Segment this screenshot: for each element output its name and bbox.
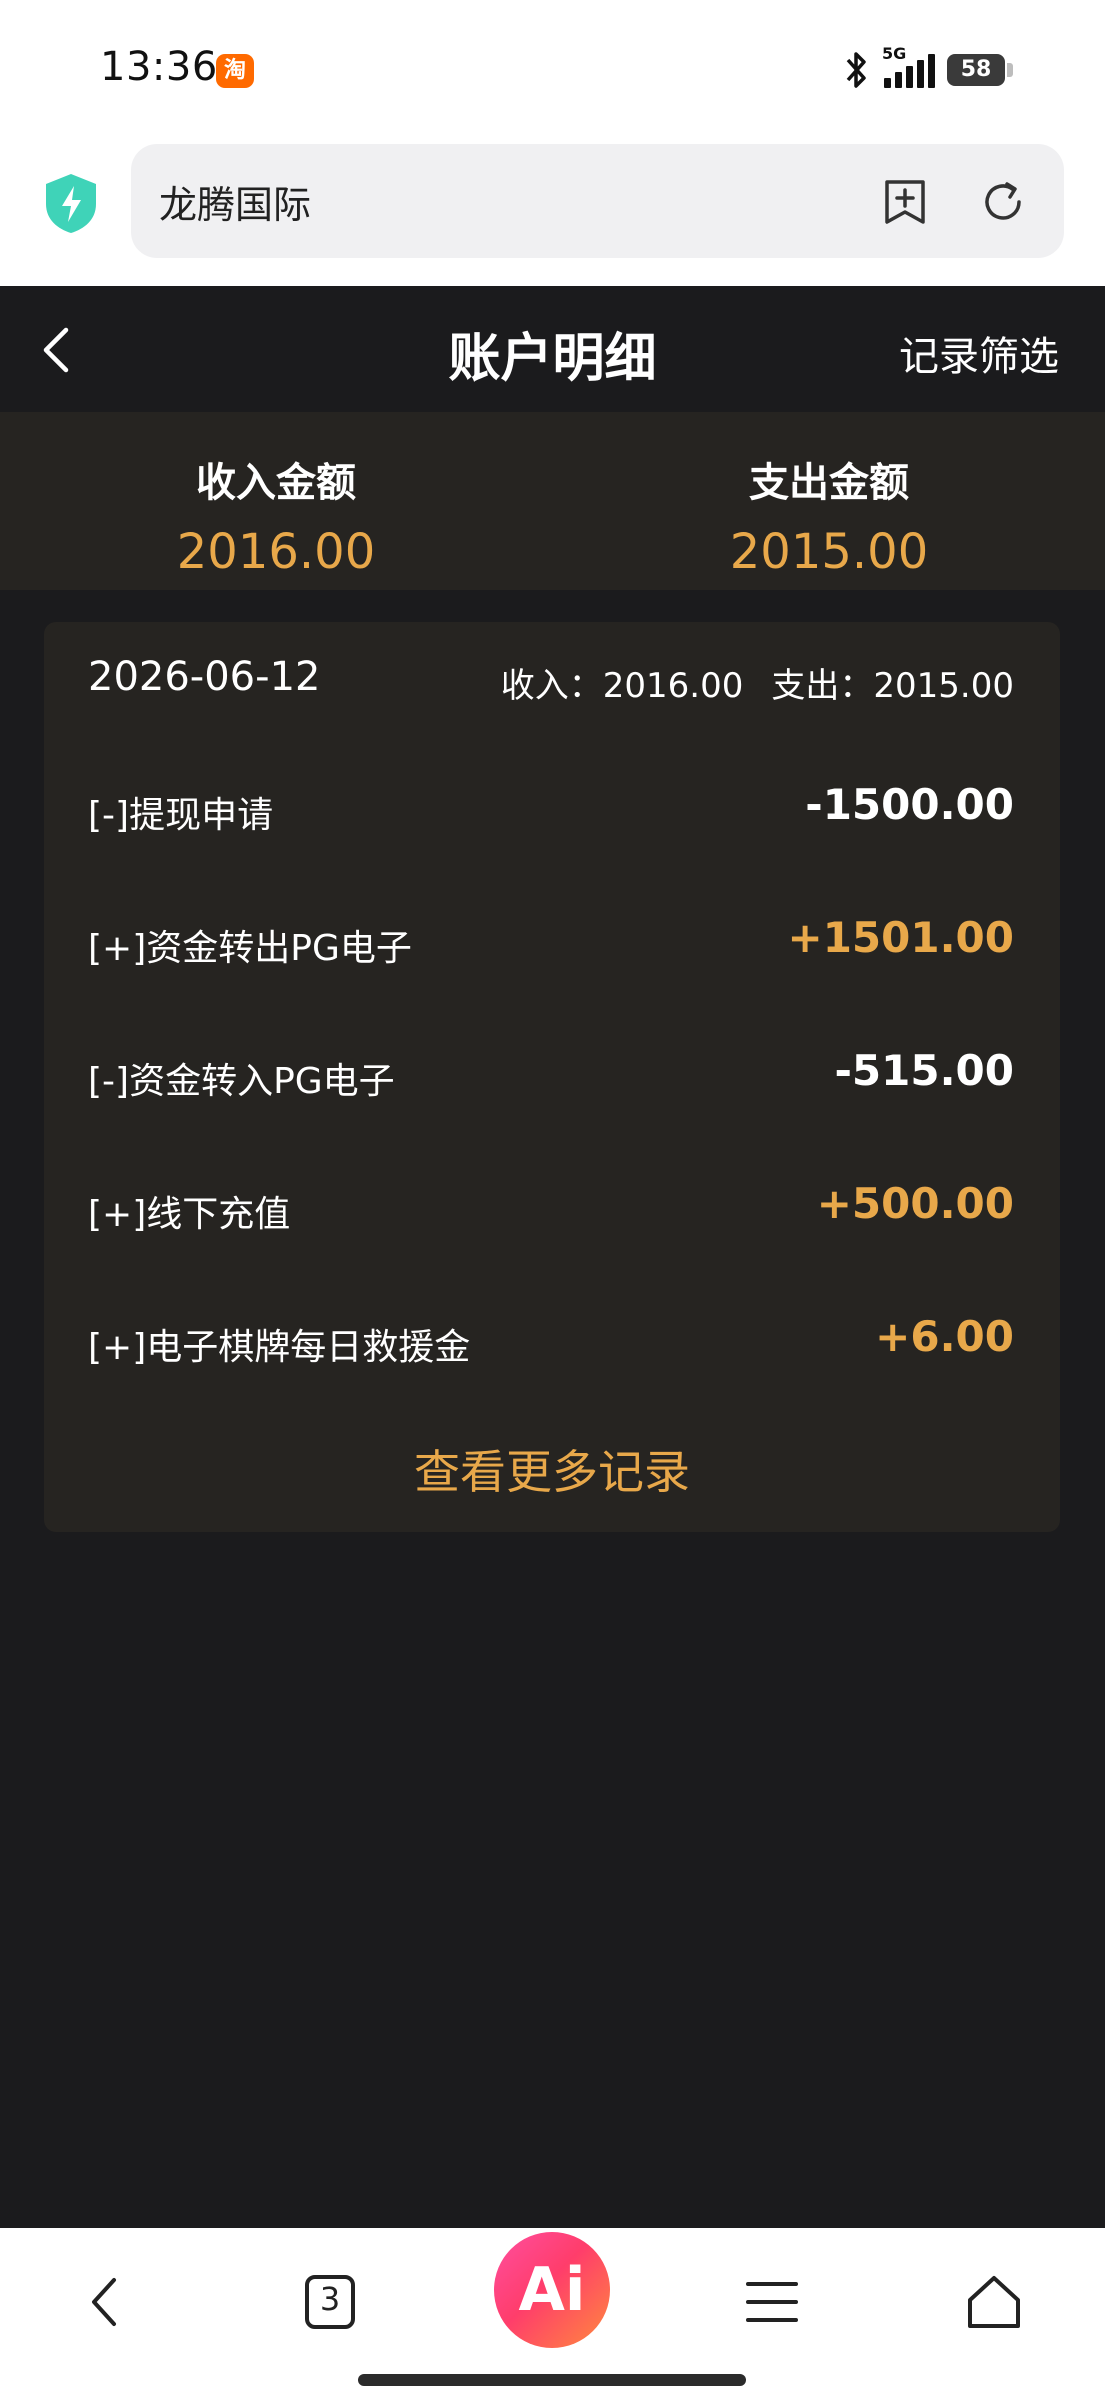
ai-assistant-button[interactable]: Ai <box>494 2232 610 2348</box>
page-header: 账户明细 记录筛选 <box>0 286 1105 412</box>
income-label: 收入金额 <box>196 460 356 506</box>
record-row[interactable]: [+]电子棋牌每日救援金 +6.00 <box>88 1312 1014 1372</box>
menu-icon[interactable] <box>740 2270 804 2334</box>
network-label: 5G <box>882 44 907 63</box>
record-amount: -515.00 <box>834 1046 1014 1095</box>
battery-level: 58 <box>960 57 992 82</box>
browser-address-bar: 龙腾国际 <box>0 140 1105 286</box>
record-row[interactable]: [+]线下充值 +500.00 <box>88 1179 1014 1239</box>
income-value: 2016.00 <box>176 524 376 580</box>
summary-panel: 收入金额 2016.00 支出金额 2015.00 <box>0 412 1105 590</box>
signal-icon: 5G <box>882 44 935 88</box>
record-amount: +500.00 <box>816 1179 1014 1228</box>
bluetooth-icon <box>846 52 866 88</box>
day-expense: 支出：2015.00 <box>771 666 1014 706</box>
home-icon[interactable] <box>962 2270 1026 2334</box>
income-summary: 收入金额 2016.00 <box>0 450 552 580</box>
record-amount: +1501.00 <box>787 913 1015 962</box>
url-text: 龙腾国际 <box>159 183 312 227</box>
record-amount: -1500.00 <box>805 780 1014 829</box>
view-more-records-button[interactable]: 查看更多记录 <box>44 1436 1060 1502</box>
add-bookmark-icon[interactable] <box>879 176 931 228</box>
shield-icon[interactable] <box>44 172 98 234</box>
record-filter-button[interactable]: 记录筛选 <box>899 324 1059 382</box>
record-name: [-]提现申请 <box>88 795 274 836</box>
refresh-icon[interactable] <box>977 176 1029 228</box>
url-field[interactable]: 龙腾国际 <box>131 144 1064 258</box>
record-name: [+]电子棋牌每日救援金 <box>88 1327 471 1368</box>
record-name: [+]线下充值 <box>88 1194 291 1235</box>
nav-back-icon[interactable] <box>76 2270 140 2334</box>
record-name: [+]资金转出PG电子 <box>88 928 412 969</box>
home-indicator <box>358 2374 746 2386</box>
day-summary: 收入：2016.00 支出：2015.00 <box>473 658 1014 707</box>
record-name: [-]资金转入PG电子 <box>88 1061 395 1102</box>
battery-icon: 58 <box>947 54 1013 86</box>
system-icons: 5G 58 <box>842 44 1013 92</box>
record-row[interactable]: [-]提现申请 -1500.00 <box>88 780 1014 840</box>
record-row[interactable]: [+]资金转出PG电子 +1501.00 <box>88 913 1014 973</box>
expense-value: 2015.00 <box>729 524 929 580</box>
record-amount: +6.00 <box>875 1312 1014 1361</box>
day-income: 收入：2016.00 <box>500 666 744 706</box>
expense-label: 支出金额 <box>749 460 909 506</box>
browser-bottom-nav: 3 Ai <box>0 2228 1105 2400</box>
status-bar: 13:36 淘 5G 58 <box>0 0 1105 140</box>
record-row[interactable]: [-]资金转入PG电子 -515.00 <box>88 1046 1014 1106</box>
taobao-app-icon: 淘 <box>216 54 254 88</box>
status-time: 13:36 <box>100 44 218 90</box>
tab-count: 3 <box>319 2280 341 2318</box>
expense-summary: 支出金额 2015.00 <box>553 450 1105 580</box>
record-date: 2026-06-12 <box>88 654 321 700</box>
record-card: 2026-06-12 收入：2016.00 支出：2015.00 [-]提现申请 … <box>44 622 1060 1532</box>
tabs-button[interactable]: 3 <box>298 2270 362 2334</box>
